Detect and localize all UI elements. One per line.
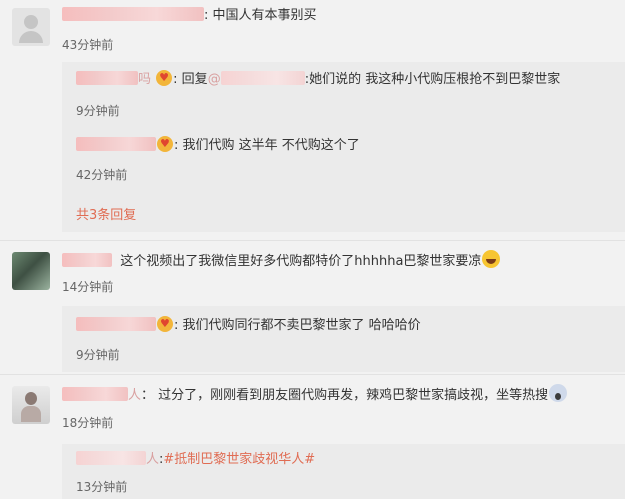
avatar-head-shape <box>24 15 38 29</box>
heart-eyes-emoji-icon <box>156 70 173 86</box>
reply-line: : 我们代购 这半年 不代购这个了 <box>76 136 360 156</box>
scared-emoji-icon <box>549 384 568 402</box>
comment-3: 人： 过分了，刚刚看到朋友圈代购再发，辣鸡巴黎世家搞歧视，坐等热搜 18分钟前 … <box>0 378 625 499</box>
reply-prefix: 回复 <box>181 72 208 87</box>
reply-line: 人:#抵制巴黎世家歧视华人# <box>76 450 315 470</box>
avatar-head-shape <box>25 392 37 405</box>
comment-feed: : 中国人有本事别买 43分钟前 吗 : 回复@ :她们说的 我这种小代购压根抢不… <box>0 0 625 499</box>
reply-line: 吗 : 回复@ :她们说的 我这种小代购压根抢不到巴黎世家 <box>76 70 560 90</box>
heart-eyes-emoji-icon <box>157 136 173 152</box>
comment-2: 这个视频出了我微信里好多代购都特价了hhhhha巴黎世家要凉 14分钟前 : 我… <box>0 244 625 374</box>
username-suffix: 人 <box>146 452 160 467</box>
mention-username-redacted[interactable] <box>220 71 305 85</box>
hashtag-link[interactable]: #抵制巴黎世家歧视华人# <box>163 452 315 467</box>
avatar[interactable] <box>12 252 50 290</box>
reply-line: : 我们代购同行都不卖巴黎世家了 哈哈哈价 <box>76 316 421 336</box>
colon: : <box>204 8 213 23</box>
view-more-replies-link[interactable]: 共3条回复 <box>76 204 136 223</box>
username-redacted[interactable] <box>62 253 112 267</box>
avatar-body-shape <box>21 406 41 422</box>
comment-text: 这个视频出了我微信里好多代购都特价了hhhhha巴黎世家要凉 <box>120 254 482 269</box>
comment-line: 这个视频出了我微信里好多代购都特价了hhhhha巴黎世家要凉 <box>62 250 501 272</box>
comment-text: 中国人有本事别买 <box>212 8 317 23</box>
reply-time: 42分钟前 <box>76 168 128 182</box>
colon: : <box>174 318 183 333</box>
username-redacted[interactable] <box>62 387 128 401</box>
colon: : <box>173 72 182 87</box>
username-redacted[interactable] <box>62 7 204 21</box>
reply-username-redacted[interactable] <box>76 317 156 331</box>
avatar[interactable] <box>12 8 50 46</box>
reply-username-redacted[interactable] <box>76 451 146 465</box>
reply-thread: 吗 : 回复@ :她们说的 我这种小代购压根抢不到巴黎世家 9分钟前 : 我们代购… <box>62 62 625 232</box>
username-suffix: 人 <box>128 388 142 403</box>
comment-text: 过分了，刚刚看到朋友圈代购再发，辣鸡巴黎世家搞歧视，坐等热搜 <box>158 388 549 403</box>
reply-time: 9分钟前 <box>76 104 120 118</box>
reply-text: 我们代购同行都不卖巴黎世家了 哈哈哈价 <box>182 318 421 333</box>
divider <box>0 240 625 241</box>
reply-text: 我们代购 这半年 不代购这个了 <box>182 138 360 153</box>
comment-1: : 中国人有本事别买 43分钟前 吗 : 回复@ :她们说的 我这种小代购压根抢不… <box>0 0 625 232</box>
reply-username-redacted[interactable] <box>76 137 156 151</box>
heart-eyes-emoji-icon <box>157 316 173 332</box>
mention-at[interactable]: @ <box>208 72 221 87</box>
username-suffix: 吗 <box>138 72 152 87</box>
comment-time: 43分钟前 <box>62 38 114 52</box>
avatar[interactable] <box>12 386 50 424</box>
divider <box>0 374 625 375</box>
colon: : <box>174 138 183 153</box>
reply-text: :她们说的 我这种小代购压根抢不到巴黎世家 <box>304 72 561 87</box>
reply-thread: : 我们代购同行都不卖巴黎世家了 哈哈哈价 9分钟前 <box>62 306 625 372</box>
reply-time: 9分钟前 <box>76 348 120 362</box>
reply-time: 13分钟前 <box>76 480 128 494</box>
reply-thread: 人:#抵制巴黎世家歧视华人# 13分钟前 <box>62 444 625 499</box>
reply-username-redacted[interactable] <box>76 71 138 85</box>
comment-time: 18分钟前 <box>62 416 114 430</box>
laughing-emoji-icon <box>482 250 501 268</box>
avatar-body-shape <box>19 31 43 43</box>
colon: ： <box>141 388 159 403</box>
comment-line: : 中国人有本事别买 <box>62 6 317 26</box>
comment-line: 人： 过分了，刚刚看到朋友圈代购再发，辣鸡巴黎世家搞歧视，坐等热搜 <box>62 384 568 406</box>
comment-time: 14分钟前 <box>62 280 114 294</box>
